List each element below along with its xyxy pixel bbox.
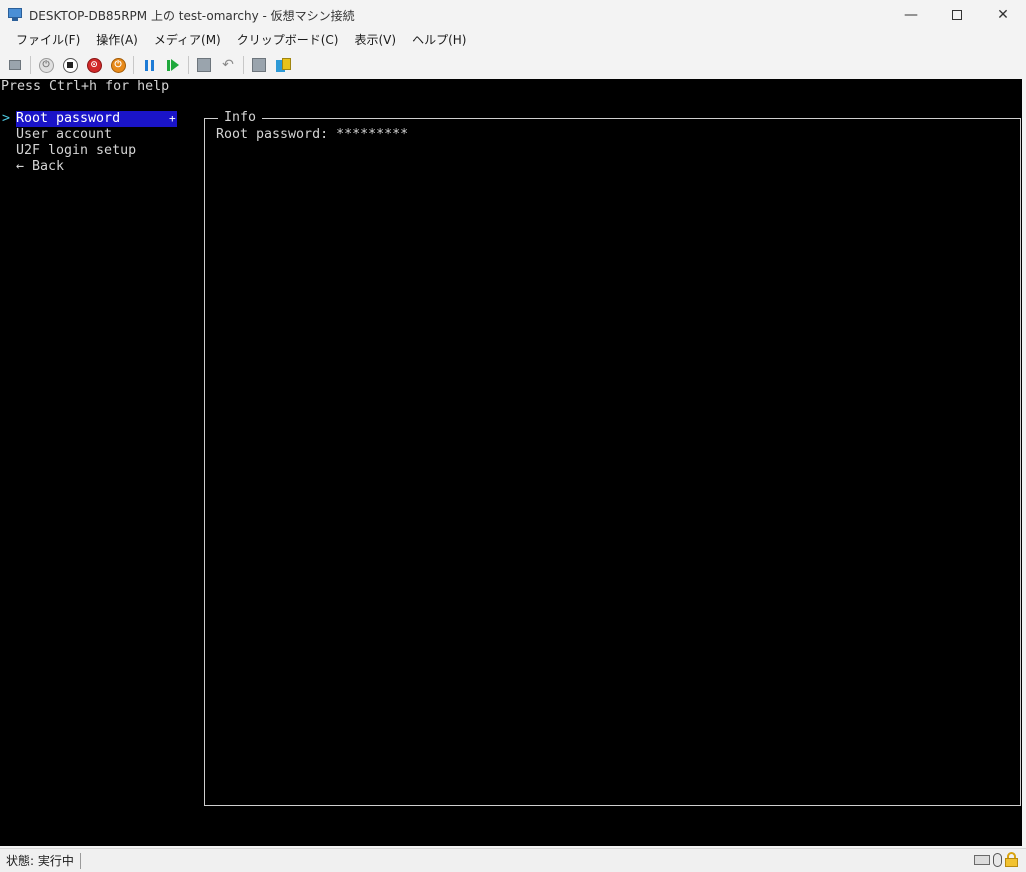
mouse-icon [993, 852, 1002, 867]
toolbar-separator [133, 56, 134, 74]
minimize-button[interactable]: — [888, 0, 934, 30]
checkpoint-icon [197, 58, 211, 72]
expand-mark: + [169, 112, 176, 125]
revert-button[interactable]: ↶ [218, 55, 238, 75]
menu-action[interactable]: 操作(A) [88, 30, 146, 50]
start-button[interactable]: ⏻ [36, 55, 56, 75]
info-panel-title: Info [218, 110, 263, 126]
menu-item-root-password[interactable]: Root password [16, 111, 120, 127]
menu-cursor: > [2, 111, 11, 126]
save-state-icon: ⏻ [110, 57, 126, 73]
menu-media[interactable]: メディア(M) [146, 30, 229, 50]
close-button[interactable]: ✕ [980, 0, 1026, 30]
resume-icon [167, 59, 179, 71]
menu-item-u2f-login-setup[interactable]: U2F login setup [16, 143, 136, 159]
save-state-button[interactable]: ⏻ [108, 55, 128, 75]
pause-button[interactable] [139, 55, 159, 75]
toolbar-separator [243, 56, 244, 74]
toolbar-separator [30, 56, 31, 74]
info-panel [204, 118, 1021, 806]
window-controls: — ✕ [888, 0, 1026, 30]
window-title: DESKTOP-DB85RPM 上の test-omarchy - 仮想マシン接… [29, 8, 355, 23]
start-icon: ⏻ [38, 57, 54, 73]
lock-icon [1005, 852, 1018, 867]
menu-file[interactable]: ファイル(F) [8, 30, 88, 50]
menu-view[interactable]: 表示(V) [347, 30, 405, 50]
ctrl-alt-del-button[interactable] [5, 55, 25, 75]
pause-icon [144, 59, 154, 71]
help-hint: Press Ctrl+h for help [1, 79, 170, 94]
close-icon: ✕ [997, 7, 1009, 23]
revert-icon: ↶ [222, 57, 234, 73]
info-root-password: Root password: ********* [216, 127, 409, 142]
toolbar: ⏻ ⊙ ⏻ ↶ [0, 52, 1026, 78]
menu-item-back[interactable]: ← Back [16, 159, 64, 175]
shut-down-icon: ⊙ [86, 57, 102, 73]
keyboard-icon [974, 854, 990, 865]
maximize-icon [952, 10, 962, 20]
vm-connect-icon [7, 8, 23, 22]
menu-item-user-account[interactable]: User account [16, 127, 112, 143]
ctrl-alt-del-icon [9, 60, 21, 70]
menu-clipboard[interactable]: クリップボード(C) [229, 30, 347, 50]
toolbar-separator [188, 56, 189, 74]
minimize-icon: — [904, 7, 918, 23]
status-text: 状態: 実行中 [6, 854, 74, 868]
vm-console[interactable]: Press Ctrl+h for help > Root password + … [0, 79, 1022, 846]
enhanced-session-button[interactable] [273, 55, 293, 75]
menu-bar: ファイル(F) 操作(A) メディア(M) クリップボード(C) 表示(V) ヘ… [0, 30, 1026, 50]
status-bar: 状態: 実行中 [0, 848, 1026, 872]
title-bar: DESKTOP-DB85RPM 上の test-omarchy - 仮想マシン接… [0, 0, 1026, 30]
maximize-button[interactable] [934, 0, 980, 30]
resume-button[interactable] [163, 55, 183, 75]
settings-button[interactable] [249, 55, 269, 75]
menu-help[interactable]: ヘルプ(H) [404, 30, 474, 50]
status-separator [79, 852, 81, 869]
shut-down-button[interactable]: ⊙ [84, 55, 104, 75]
checkpoint-button[interactable] [194, 55, 214, 75]
settings-icon [252, 58, 266, 72]
status-icons [974, 852, 1018, 867]
turn-off-button[interactable] [60, 55, 80, 75]
turn-off-icon [62, 57, 78, 73]
enhanced-session-icon [275, 57, 291, 73]
